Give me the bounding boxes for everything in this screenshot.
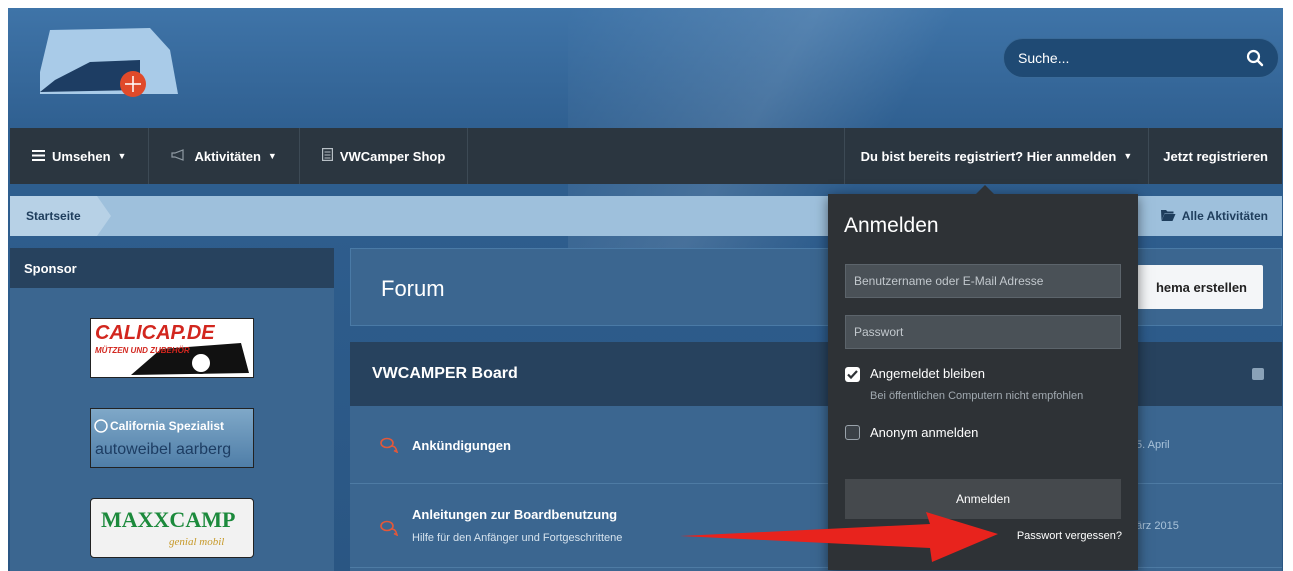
remember-me-label[interactable]: Angemeldet bleiben: [870, 366, 985, 381]
anonymous-checkbox[interactable]: [845, 425, 860, 440]
site-logo[interactable]: [30, 20, 180, 110]
menu-list-icon: [32, 149, 45, 164]
sponsor-autoweibel[interactable]: California Spezialist autoweibel aarberg: [90, 408, 254, 468]
folder-open-icon: [1160, 209, 1176, 224]
sponsor-sidebar: Sponsor CALICAP.DE MÜTZEN UND ZUBEHÖR Ca…: [10, 248, 334, 571]
username-field[interactable]: Benutzername oder E-Mail Adresse: [845, 264, 1121, 298]
nav-shop-label: VWCamper Shop: [339, 148, 446, 164]
chevron-down-icon: ▼: [1123, 151, 1133, 161]
sponsor-3-name: MAXXCAMP: [101, 507, 235, 532]
anonymous-label[interactable]: Anonym anmelden: [870, 425, 978, 440]
sponsor-maxxcamp[interactable]: MAXXCAMP genial mobil: [90, 498, 254, 558]
search-input[interactable]: Suche...: [1018, 50, 1246, 66]
sidebar-title: Sponsor: [10, 248, 334, 288]
nav-spacer: [468, 128, 845, 184]
forgot-password-link[interactable]: Passwort vergessen?: [1017, 530, 1122, 542]
all-activities-link[interactable]: Alle Aktivitäten: [1160, 209, 1282, 224]
nav-browse-label: Umsehen: [52, 148, 111, 164]
nav-shop[interactable]: VWCamper Shop: [300, 128, 469, 184]
nav-login[interactable]: Du bist bereits registriert? Hier anmeld…: [845, 128, 1150, 184]
category-title[interactable]: VWCAMPER Board: [372, 365, 518, 383]
remember-me-checkbox[interactable]: [845, 367, 860, 382]
nav-register-label: Jetzt registrieren: [1163, 148, 1268, 164]
chevron-down-icon: ▼: [117, 151, 127, 161]
nav-activities[interactable]: Aktivitäten ▼: [149, 128, 300, 184]
breadcrumb-home[interactable]: Startseite: [10, 196, 111, 236]
annotation-arrow-icon: [680, 512, 998, 562]
nav-register[interactable]: Jetzt registrieren: [1149, 128, 1282, 184]
login-title: Anmelden: [844, 214, 939, 237]
password-field[interactable]: Passwort: [845, 315, 1121, 349]
forum-row[interactable]: Ankündigungen 5. April: [350, 406, 1282, 484]
sponsor-2-tagline: autoweibel aarberg: [95, 441, 231, 458]
search-icon[interactable]: [1246, 49, 1264, 67]
autoweibel-logo: California Spezialist autoweibel aarberg: [94, 419, 231, 458]
remember-me-hint: Bei öffentlichen Computern nicht empfohl…: [870, 390, 1084, 402]
maxxcamp-logo: MAXXCAMP genial mobil: [101, 507, 235, 548]
main-navbar: Umsehen ▼ Aktivitäten ▼ VWCamper Shop Du…: [10, 128, 1282, 184]
megaphone-icon: [171, 148, 187, 164]
document-icon: [321, 148, 333, 164]
page-title: Forum: [381, 276, 445, 301]
page-frame: Suche... Umsehen ▼ Aktivitäten ▼ VWCampe…: [8, 8, 1283, 571]
category-header: VWCAMPER Board: [350, 342, 1282, 406]
sponsor-2-name: California Spezialist: [110, 419, 224, 433]
search-box[interactable]: Suche...: [1003, 38, 1279, 78]
nav-browse[interactable]: Umsehen ▼: [10, 128, 150, 184]
nav-login-label: Du bist bereits registriert? Hier anmeld…: [860, 148, 1117, 164]
last-post-date: 5. April: [1136, 439, 1170, 451]
forum-description: Hilfe für den Anfänger und Fortgeschritt…: [412, 532, 623, 544]
comments-icon: [380, 520, 399, 537]
checkmark-icon: [847, 370, 858, 380]
chevron-down-icon: ▼: [267, 151, 277, 161]
sponsor-3-tagline: genial mobil: [169, 536, 224, 548]
logo-graphic: [40, 28, 178, 97]
sponsor-calicap[interactable]: CALICAP.DE MÜTZEN UND ZUBEHÖR: [90, 318, 254, 378]
all-activities-label: Alle Aktivitäten: [1181, 209, 1268, 223]
new-topic-button[interactable]: hema erstellen: [1137, 265, 1263, 309]
calicap-logo: CALICAP.DE MÜTZEN UND ZUBEHÖR: [91, 319, 253, 377]
forum-title[interactable]: Ankündigungen: [412, 438, 511, 453]
sponsor-1-tagline: MÜTZEN UND ZUBEHÖR: [95, 346, 190, 355]
forum-title[interactable]: Anleitungen zur Boardbenutzung: [412, 507, 617, 522]
collapse-icon[interactable]: [1252, 368, 1264, 380]
sponsor-1-name: CALICAP.DE: [95, 322, 215, 344]
nav-activities-label: Aktivitäten: [194, 148, 261, 164]
last-post-date: ärz 2015: [1136, 520, 1179, 532]
comments-icon: [380, 437, 399, 454]
forum-header: Forum hema erstellen: [350, 248, 1282, 326]
